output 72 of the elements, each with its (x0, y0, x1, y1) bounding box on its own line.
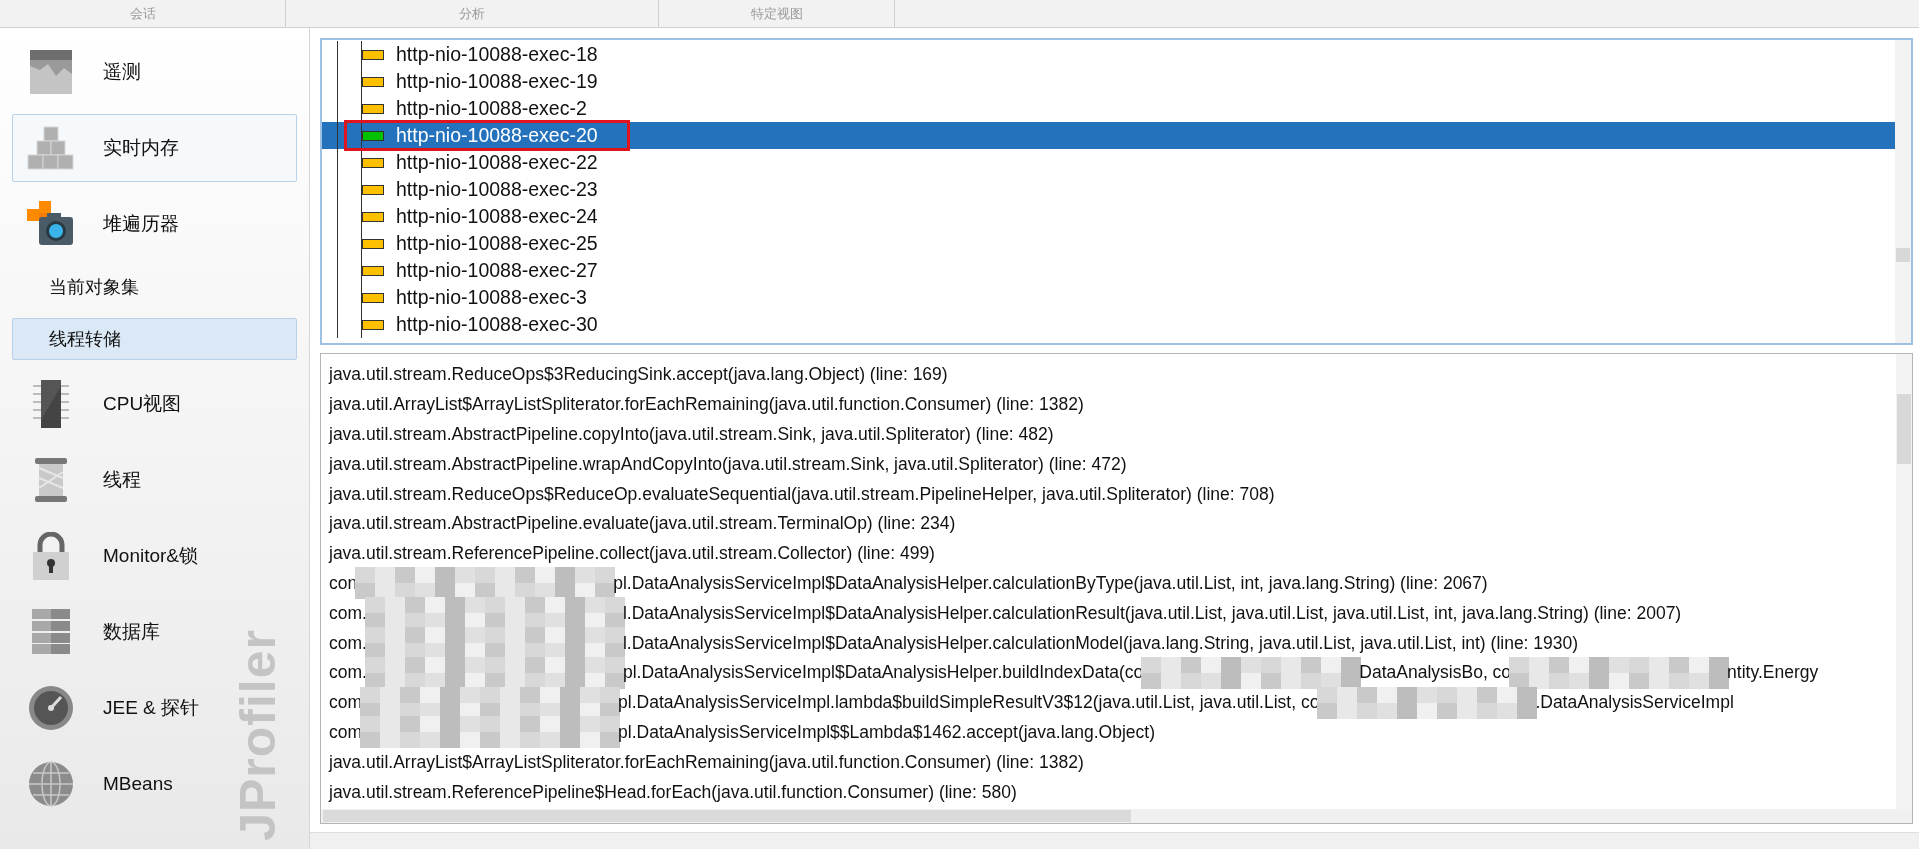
globe-icon (28, 761, 74, 807)
sidebar-subitem[interactable]: 当前对象集 (12, 266, 297, 308)
sidebar-item[interactable]: 数据库 (12, 598, 171, 666)
thread-row[interactable]: http-nio-10088-exec-3 (322, 284, 1895, 311)
thread-row[interactable]: http-nio-10088-exec-20 (322, 122, 1895, 149)
stack-frame-text: java.util.stream.ReduceOps$ReduceOp.evaluateSequential(java.util.stream.PipelineHelper, java.util.Spliterator) (line: 708) (329, 483, 1275, 505)
sidebar-item-label: 堆遍历器 (103, 212, 179, 236)
stack-frame-text: java.util.ArrayList$ArrayListSpliterator.forEachRemaining(java.util.function.Consumer) (line: 1382) (329, 751, 1084, 773)
stack-frame-text: l.DataAnalysisServiceImpl$DataAnalysisHelper.calculationModel(java.lang.String, java.util.List, java.util.List, int) (line: 1930) (622, 632, 1579, 654)
sidebar-item[interactable]: MBeans (12, 750, 184, 818)
thread-name: http-nio-10088-exec-3 (396, 286, 587, 309)
cubes-icon (27, 126, 75, 170)
stack-frame-text: java.util.stream.ReduceOps$3ReducingSink.accept(java.lang.Object) (line: 169) (329, 364, 948, 386)
chip-icon (31, 380, 71, 428)
stack-frame-text: com. (329, 632, 367, 654)
sidebar-item-label: 实时内存 (103, 136, 179, 160)
thread-row[interactable]: http-nio-10088-exec-27 (322, 257, 1895, 284)
thread-row[interactable]: http-nio-10088-exec-30 (322, 311, 1895, 338)
stack-frame-text: pl.DataAnalysisServiceImpl$DataAnalysisHelper.calculationByType(java.util.List, int, java.lang.String) (line: 2067) (613, 572, 1488, 594)
sidebar-item[interactable]: 线程 (12, 446, 152, 514)
thread-name: http-nio-10088-exec-22 (396, 151, 598, 174)
thread-row[interactable]: http-nio-10088-exec-19 (322, 68, 1895, 95)
sidebar-item[interactable]: CPU视图 (12, 370, 193, 438)
stack-frame-text: pl.DataAnalysisServiceImpl$DataAnalysisHelper.buildIndexData(co (622, 662, 1144, 684)
stack-frame-text: java.util.stream.ReferencePipeline$Head.forEach(java.util.function.Consumer) (line: 580) (329, 781, 1017, 803)
database-icon (32, 609, 70, 655)
stack-frame-text: java.util.stream.AbstractPipeline.wrapAndCopyInto(java.util.stream.Sink, java.util.Spliterator) (line: 472) (329, 453, 1127, 475)
thread-name: http-nio-10088-exec-23 (396, 178, 598, 201)
stack-frame-text: ntity.Energy (1727, 662, 1819, 684)
chart-icon (30, 50, 72, 94)
sidebar-item-label: MBeans (103, 773, 173, 795)
thread-row[interactable]: http-nio-10088-exec-2 (322, 95, 1895, 122)
thread-name: http-nio-10088-exec-24 (396, 205, 598, 228)
thread-name: http-nio-10088-exec-18 (396, 43, 598, 66)
stack-frame-text: l.DataAnalysisServiceImpl$DataAnalysisHelper.calculationResult(java.util.List, java.util.List, java.util.List, int, java.lang.String) (line: 2007) (622, 602, 1682, 624)
padlock-icon (32, 532, 70, 580)
stack-frame-text: com. (329, 662, 367, 684)
thread-name: http-nio-10088-exec-20 (396, 124, 598, 147)
stack-frame-text: java.util.stream.ReferencePipeline.collect(java.util.stream.Collector) (line: 499) (329, 543, 935, 565)
sidebar-item-label: CPU视图 (103, 392, 182, 416)
thread-row[interactable]: http-nio-10088-exec-18 (322, 41, 1895, 68)
stack-frame-text: pl.DataAnalysisServiceImpl$$Lambda$1462.accept(java.lang.Object) (618, 721, 1156, 743)
stack-frame-text: java.util.stream.AbstractPipeline.evaluate(java.util.stream.TerminalOp) (line: 234) (329, 513, 956, 535)
sidebar-item-label: Monitor&锁 (103, 544, 199, 568)
thread-name: http-nio-10088-exec-2 (396, 97, 587, 120)
sidebar-item[interactable]: JEE & 探针 (12, 674, 211, 742)
vertical-scrollbar[interactable] (1895, 40, 1911, 343)
stack-frame-text: java.util.stream.AbstractPipeline.copyInto(java.util.stream.Sink, java.util.Spliterator) (line: 482) (329, 424, 1054, 445)
sidebar-item[interactable]: 实时内存 (12, 114, 297, 182)
thread-row[interactable]: http-nio-10088-exec-24 (322, 203, 1895, 230)
horizontal-scrollbar[interactable] (321, 809, 1912, 823)
thread-row[interactable]: http-nio-10088-exec-22 (322, 149, 1895, 176)
thread-name: http-nio-10088-exec-30 (396, 313, 598, 336)
sidebar-subitem[interactable]: 线程转储 (12, 318, 297, 360)
vertical-scrollbar[interactable] (1896, 354, 1912, 809)
sidebar-item-label: 线程 (103, 468, 141, 492)
thread-name: http-nio-10088-exec-19 (396, 70, 598, 93)
sidebar-item[interactable]: Monitor&锁 (12, 522, 210, 590)
sidebar-item[interactable]: 堆遍历器 (12, 190, 190, 258)
thread-row[interactable]: http-nio-10088-exec-25 (322, 230, 1895, 257)
stack-frame-text: java.util.ArrayList$ArrayListSpliterator.forEachRemaining(java.util.function.Consumer) (line: 1382) (329, 394, 1084, 416)
stack-frame-text: .DataAnalysisServiceImpl (1535, 692, 1734, 714)
sidebar-item-label: 数据库 (103, 620, 160, 644)
camera-icon (27, 201, 75, 247)
thread-name: http-nio-10088-exec-25 (396, 232, 598, 255)
sidebar-item-label: 遥测 (103, 60, 141, 84)
stack-frame-text: com. (329, 602, 367, 624)
thread-name: http-nio-10088-exec-27 (396, 259, 598, 282)
sidebar-item[interactable]: 遥测 (12, 38, 152, 106)
gauge-icon (28, 685, 74, 731)
thread-row[interactable]: http-nio-10088-exec-23 (322, 176, 1895, 203)
sidebar-item-label: JEE & 探针 (103, 696, 200, 720)
